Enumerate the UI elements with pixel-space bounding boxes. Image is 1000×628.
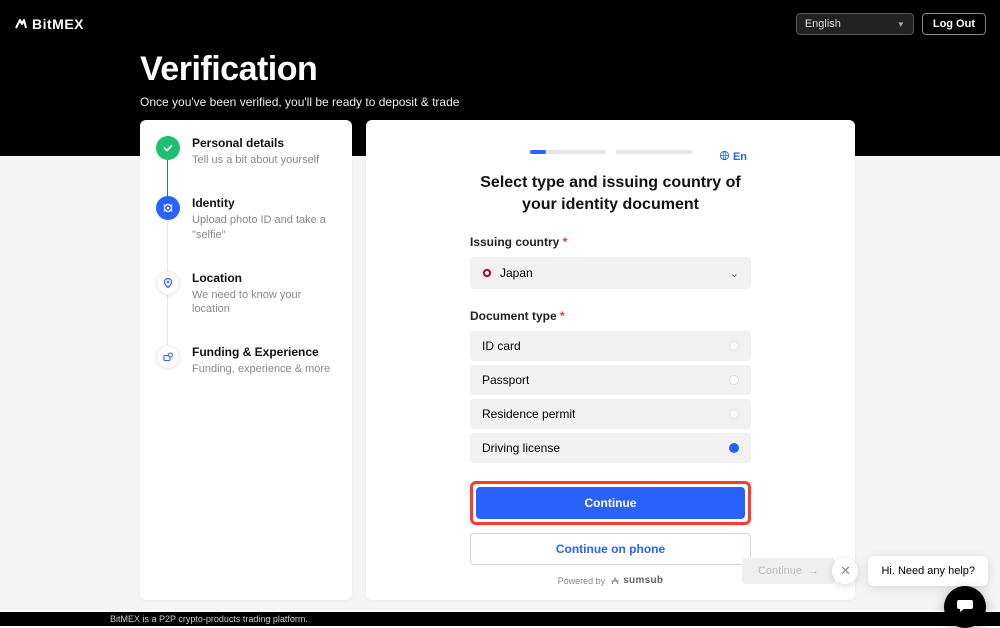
powered-by-label: Powered by: [558, 576, 606, 586]
doc-option-label: ID card: [482, 339, 521, 353]
verification-panel: En Select type and issuing country of yo…: [366, 120, 855, 600]
continue-label: Continue: [585, 496, 637, 510]
step-desc: We need to know your location: [192, 288, 336, 318]
doc-option-passport[interactable]: Passport: [470, 365, 751, 395]
page-subtitle: Once you've been verified, you'll be rea…: [140, 95, 1000, 109]
logo-mark-icon: [14, 17, 28, 31]
progress-row: [470, 150, 751, 154]
step-personal-details[interactable]: Personal details Tell us a bit about you…: [156, 136, 336, 196]
step-name: Funding & Experience: [192, 345, 330, 359]
globe-icon: [719, 150, 730, 164]
doc-option-label: Residence permit: [482, 407, 575, 421]
doc-option-residence-permit[interactable]: Residence permit: [470, 399, 751, 429]
funding-icon: [156, 345, 180, 369]
help-widget: ✕ Hi. Need any help?: [832, 556, 988, 586]
required-asterisk: *: [560, 309, 565, 323]
panel-language-label: En: [733, 151, 747, 163]
location-pin-icon: [156, 271, 180, 295]
doc-option-label: Passport: [482, 373, 529, 387]
doc-option-id-card[interactable]: ID card: [470, 331, 751, 361]
radio-selected-icon: [729, 443, 739, 453]
step-location[interactable]: Location We need to know your location: [156, 271, 336, 346]
steps-card: Personal details Tell us a bit about you…: [140, 120, 352, 600]
verification-inner: En Select type and issuing country of yo…: [366, 120, 855, 586]
doc-option-driving-license[interactable]: Driving license: [470, 433, 751, 463]
step-name: Identity: [192, 196, 336, 210]
logout-label: Log Out: [933, 18, 975, 30]
language-selected-label: English: [805, 18, 841, 30]
title-block: Verification Once you've been verified, …: [0, 38, 1000, 109]
step-text: Personal details Tell us a bit about you…: [192, 136, 319, 168]
sumsub-logo: sumsub: [610, 575, 663, 586]
step-funding[interactable]: Funding & Experience Funding, experience…: [156, 345, 336, 377]
continue-on-phone-button[interactable]: Continue on phone: [470, 533, 751, 565]
step-desc: Tell us a bit about yourself: [192, 153, 319, 168]
identity-icon: [156, 196, 180, 220]
topbar-right: English ▼ Log Out: [796, 13, 986, 35]
radio-unselected-icon: [729, 341, 739, 351]
page-title: Verification: [140, 50, 1000, 89]
topbar: BitMEX English ▼ Log Out: [0, 0, 1000, 38]
panel-language-button[interactable]: En: [719, 150, 747, 164]
help-close-button[interactable]: ✕: [832, 558, 858, 584]
step-desc: Funding, experience & more: [192, 362, 330, 377]
brand-logo[interactable]: BitMEX: [14, 16, 84, 32]
logout-button[interactable]: Log Out: [922, 13, 986, 35]
radio-unselected-icon: [729, 375, 739, 385]
language-select[interactable]: English ▼: [796, 13, 914, 35]
japan-flag-icon: [482, 268, 492, 278]
page-footer: BitMEX is a P2P crypto-products trading …: [0, 612, 1000, 626]
arrow-right-icon: →: [808, 565, 819, 577]
cards-row: Personal details Tell us a bit about you…: [140, 120, 855, 600]
panel-title: Select type and issuing country of your …: [470, 172, 751, 215]
step-identity[interactable]: Identity Upload photo ID and take a "sel…: [156, 196, 336, 271]
issuing-country-label: Issuing country *: [470, 235, 751, 249]
progress-fill: [530, 150, 546, 154]
powered-by-row: Powered by sumsub: [470, 575, 751, 586]
step-text: Funding & Experience Funding, experience…: [192, 345, 330, 377]
step-connector: [167, 160, 168, 198]
continue-button[interactable]: Continue: [476, 487, 745, 519]
close-icon: ✕: [840, 563, 851, 579]
panel-footer-continue-disabled: Continue →: [742, 558, 835, 584]
step-name: Personal details: [192, 136, 319, 150]
step-text: Location We need to know your location: [192, 271, 336, 318]
chevron-down-icon: ⌄: [730, 267, 739, 280]
caret-down-icon: ▼: [897, 20, 905, 29]
continue-on-phone-label: Continue on phone: [556, 542, 665, 556]
check-icon: [156, 136, 180, 160]
help-message-bubble[interactable]: Hi. Need any help?: [868, 556, 988, 586]
required-asterisk: *: [563, 235, 568, 249]
document-options: ID card Passport Residence permit Drivin…: [470, 331, 751, 463]
step-desc: Upload photo ID and take a "selfie": [192, 213, 336, 243]
progress-bars: [530, 150, 692, 154]
step-connector: [167, 295, 168, 348]
country-selected-label: Japan: [500, 266, 722, 280]
step-name: Location: [192, 271, 336, 285]
continue-highlight-frame: Continue: [470, 481, 751, 525]
disabled-continue-label: Continue: [758, 565, 802, 577]
brand-name: BitMEX: [32, 16, 84, 32]
step-connector: [167, 220, 168, 273]
issuing-country-select[interactable]: Japan ⌄: [470, 257, 751, 289]
step-text: Identity Upload photo ID and take a "sel…: [192, 196, 336, 243]
doc-option-label: Driving license: [482, 441, 560, 455]
progress-bar-2: [616, 150, 692, 154]
progress-bar-1: [530, 150, 606, 154]
footer-text: BitMEX is a P2P crypto-products trading …: [110, 614, 308, 624]
help-message-text: Hi. Need any help?: [881, 565, 975, 577]
document-type-label: Document type *: [470, 309, 751, 323]
radio-unselected-icon: [729, 409, 739, 419]
